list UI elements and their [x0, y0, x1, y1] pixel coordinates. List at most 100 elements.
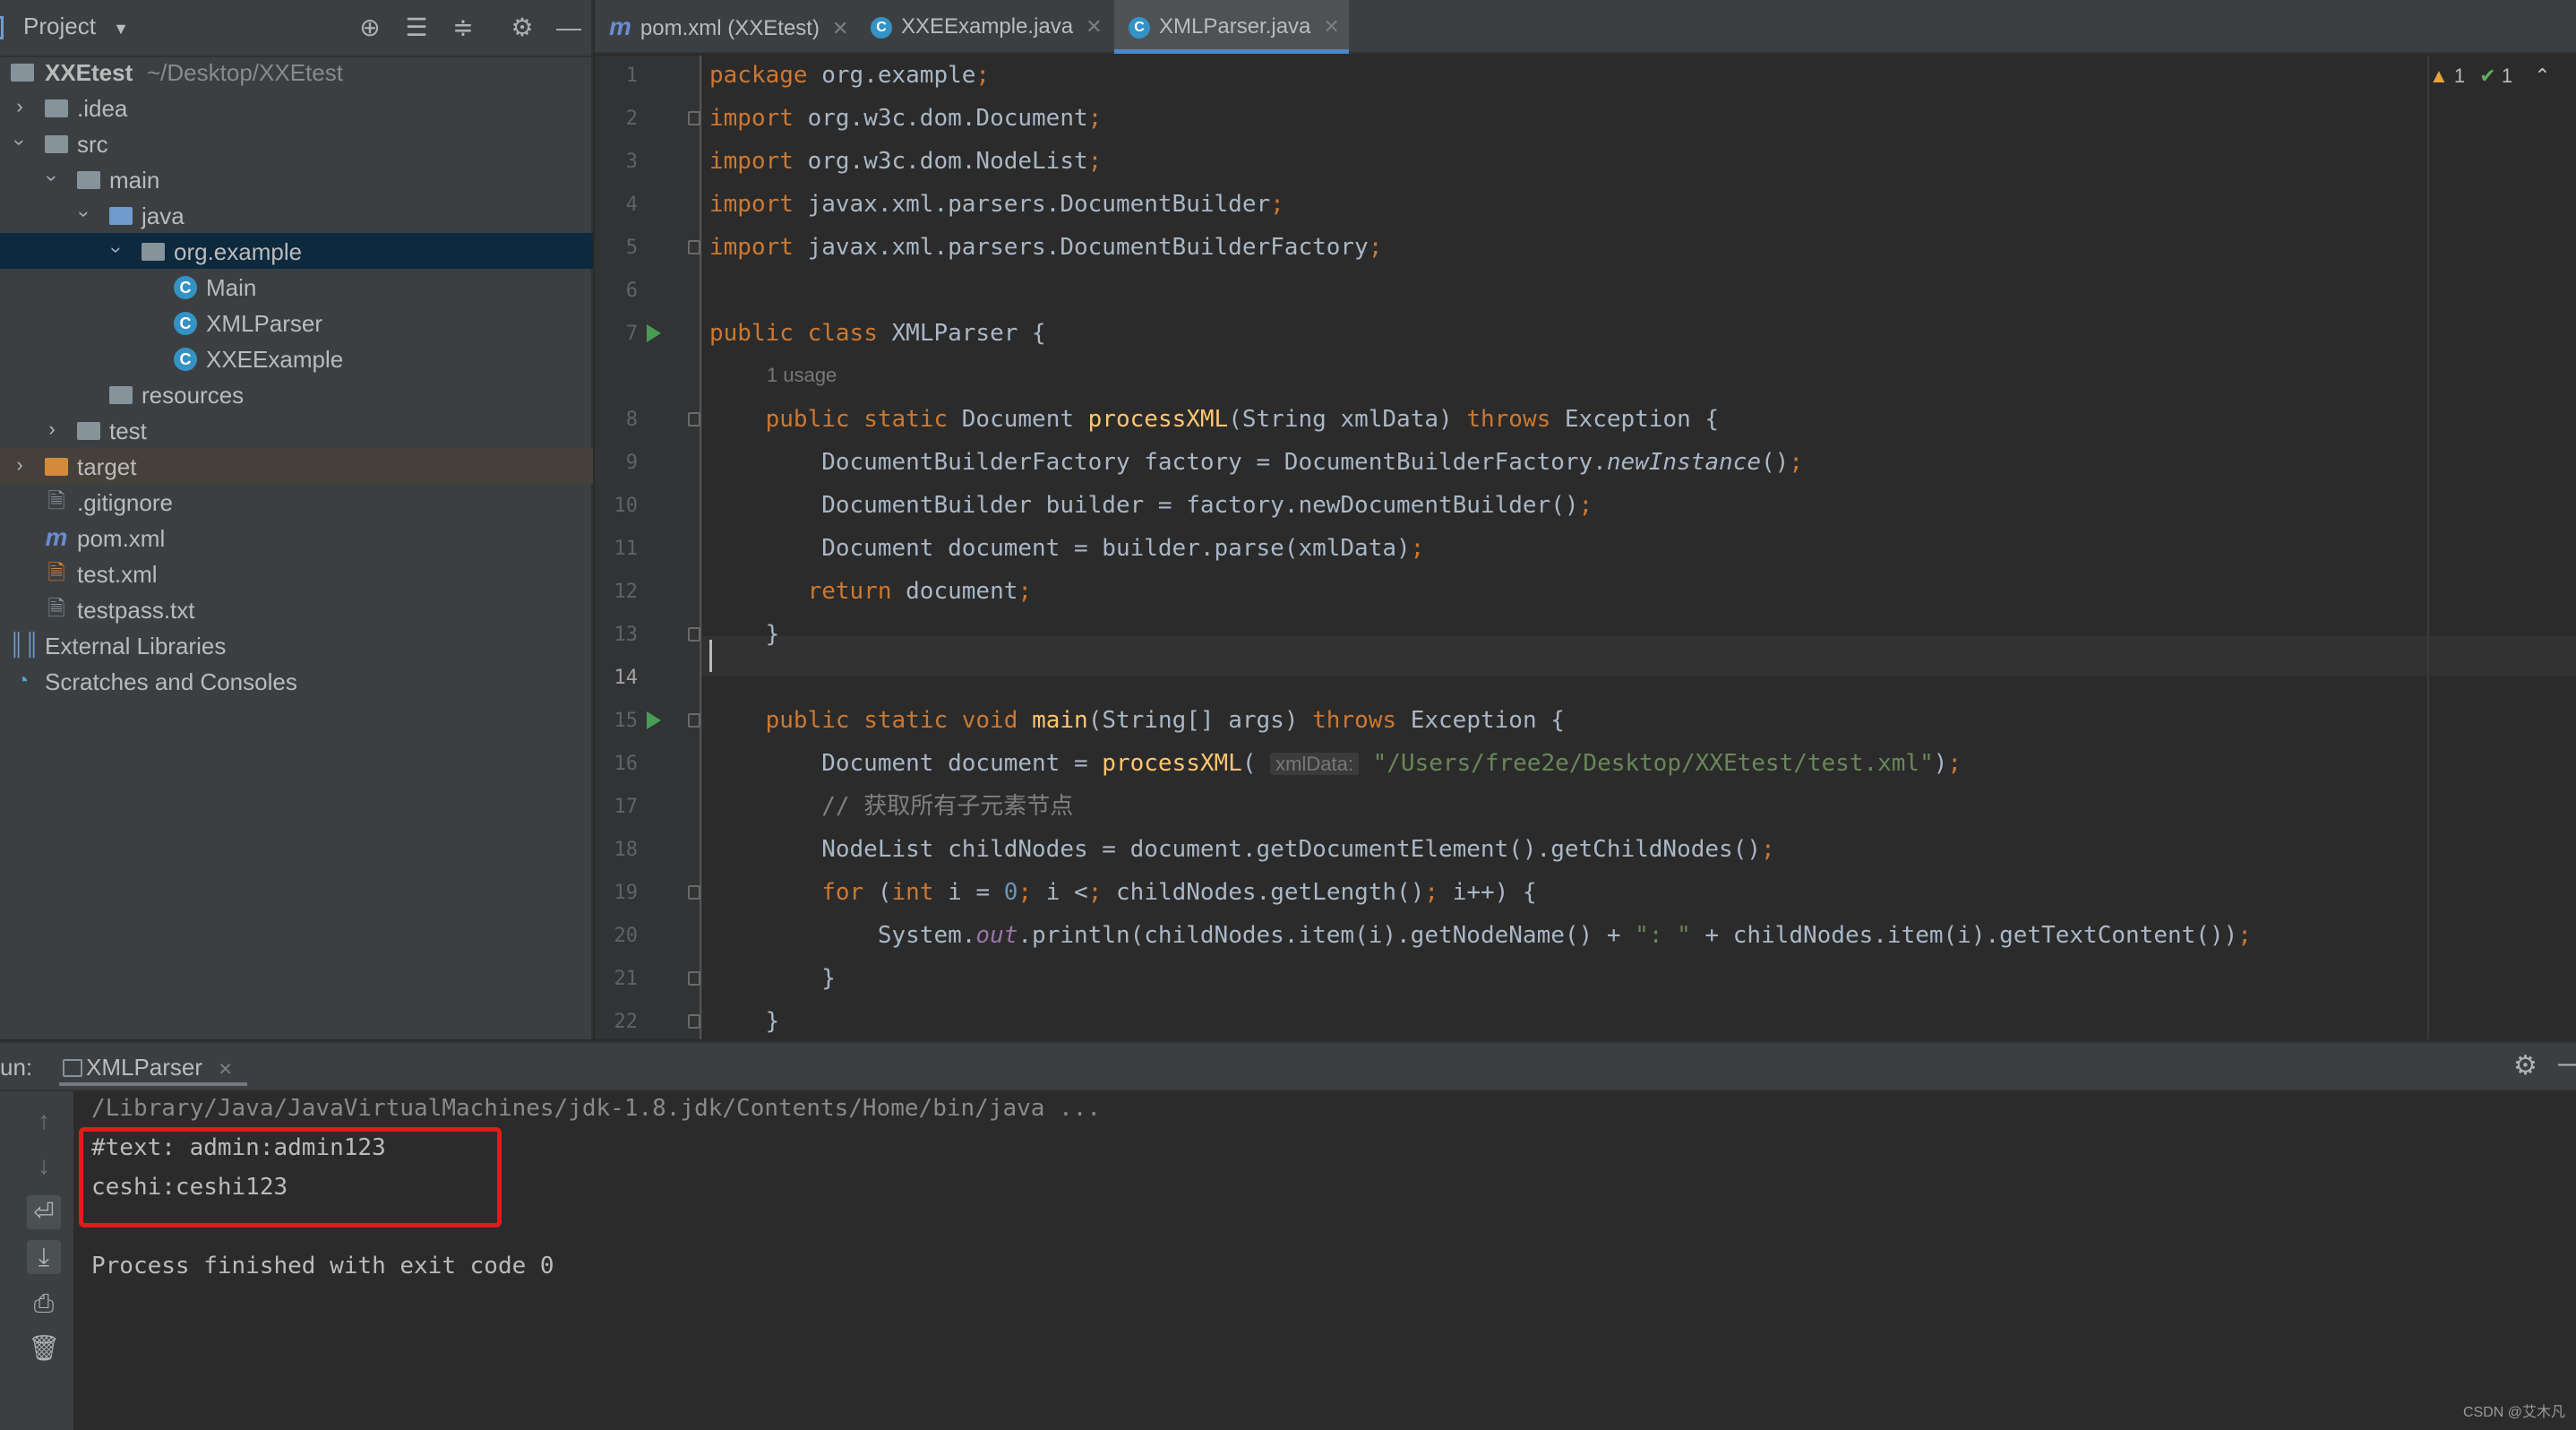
arrow-up-icon[interactable]: ↑	[27, 1104, 61, 1138]
chevron-up-icon[interactable]: ⌃	[2534, 65, 2550, 87]
close-icon[interactable]: ✕	[1086, 15, 1102, 38]
collapse-all-icon[interactable]: ≑	[448, 13, 478, 43]
run-tab-xmlparser[interactable]: XMLParser ✕	[59, 1050, 248, 1086]
tree-item-label: src	[77, 131, 108, 158]
run-gutter-icon[interactable]	[647, 711, 661, 729]
tree-item-label: testpass.txt	[77, 597, 195, 624]
warning-count: 1	[2453, 65, 2466, 87]
tree-item-label: Main	[206, 274, 257, 301]
run-gutter-icon[interactable]	[647, 324, 661, 342]
chevron-down-icon[interactable]: ›	[103, 239, 130, 261]
project-view-selector[interactable]: Project ▼	[23, 13, 129, 40]
highlight-annotation-box	[79, 1127, 502, 1228]
tree-item-xmlparser[interactable]: C XMLParser	[0, 305, 593, 340]
excluded-folder-icon	[43, 453, 70, 478]
tree-item-test[interactable]: › test	[0, 412, 593, 448]
line-number: 16	[614, 753, 639, 775]
chevron-down-icon[interactable]: ›	[39, 168, 65, 189]
fold-marker-icon[interactable]	[688, 885, 700, 900]
tree-item-target[interactable]: › target	[0, 448, 593, 484]
line-number: 12	[614, 581, 639, 603]
text-file-icon: 🗎	[47, 597, 65, 621]
code-line: }	[709, 1008, 780, 1035]
current-line-highlight	[702, 636, 2576, 676]
tree-item-pom[interactable]: m pom.xml	[0, 520, 593, 556]
code-line: import org.w3c.dom.NodeList;	[709, 148, 1103, 175]
fold-marker-icon[interactable]	[688, 412, 700, 426]
tree-item-idea[interactable]: › .idea	[0, 90, 593, 125]
soft-wrap-icon[interactable]: ⏎	[27, 1195, 61, 1229]
console-icon	[63, 1059, 82, 1077]
fold-marker-icon[interactable]	[688, 111, 700, 125]
print-icon[interactable]: ⎙	[27, 1287, 61, 1321]
trash-icon[interactable]: 🗑	[27, 1331, 61, 1365]
tree-item-test-xml[interactable]: 🗎 test.xml	[0, 556, 593, 591]
fold-marker-icon[interactable]	[688, 1014, 700, 1029]
code-line: import org.w3c.dom.Document;	[709, 105, 1103, 132]
scroll-to-end-icon[interactable]: ⤓	[27, 1240, 61, 1274]
chevron-down-icon[interactable]: ⌄	[2572, 65, 2576, 87]
java-class-icon: C	[172, 346, 199, 371]
tree-item-gitignore[interactable]: 🗎 .gitignore	[0, 484, 593, 520]
tree-item-testpass[interactable]: 🗎 testpass.txt	[0, 591, 593, 627]
tree-item-java[interactable]: › java	[0, 197, 593, 233]
arrow-down-icon[interactable]: ↓	[27, 1149, 61, 1183]
tree-item-xxetest[interactable]: XXEtest ~/Desktop/XXEtest	[0, 54, 593, 90]
code-editor[interactable]: 1 package org.example; 2 import org.w3c.dom…	[595, 56, 2576, 1119]
tree-item-main[interactable]: › main	[0, 161, 593, 197]
close-icon[interactable]: ✕	[218, 1060, 233, 1080]
project-title: Project	[23, 13, 96, 39]
chevron-right-icon[interactable]: ›	[41, 416, 63, 443]
close-icon[interactable]: ✕	[832, 17, 848, 39]
usage-hint[interactable]: 1 usage	[767, 364, 837, 387]
gear-icon[interactable]: ⚙	[507, 13, 537, 43]
close-icon[interactable]: ✕	[1323, 15, 1339, 38]
tab-xmlparser-java[interactable]: C XMLParser.java ✕	[1114, 0, 1349, 54]
locate-icon[interactable]: ⊕	[355, 13, 385, 43]
watermark: CSDN @艾木凡	[2462, 1405, 2565, 1420]
tree-item-xxeexample[interactable]: C XXEExample	[0, 340, 593, 376]
fold-marker-icon[interactable]	[688, 240, 700, 254]
code-line: // 获取所有子元素节点	[821, 793, 1074, 820]
tree-item-scratches[interactable]: ◔ Scratches and Consoles	[0, 663, 593, 699]
folder-icon	[75, 167, 102, 192]
line-number: 5	[625, 237, 638, 259]
minimize-icon[interactable]: —	[2558, 1048, 2576, 1079]
tree-item-external-libraries[interactable]: ║║ External Libraries	[0, 627, 593, 663]
panel-layout-icon[interactable]	[0, 16, 4, 39]
chevron-down-icon[interactable]: ›	[6, 132, 33, 153]
chevron-right-icon[interactable]: ›	[9, 93, 30, 120]
fold-marker-icon[interactable]	[688, 971, 700, 986]
tab-pom-xml[interactable]: m pom.xml (XXEtest) ✕	[609, 0, 860, 54]
java-class-icon: C	[172, 310, 199, 335]
tree-item-resources[interactable]: resources	[0, 376, 593, 412]
line-number: 22	[614, 1011, 639, 1033]
tree-item-label: main	[109, 167, 160, 194]
fold-marker-icon[interactable]	[688, 627, 700, 642]
fold-marker-icon[interactable]	[688, 713, 700, 728]
run-panel-header: un: XMLParser ✕ ⚙ —	[0, 1041, 2576, 1091]
tree-item-main-class[interactable]: C Main	[0, 269, 593, 305]
code-line: }	[709, 621, 780, 648]
code-line: }	[709, 965, 836, 992]
right-margin-guide	[2427, 56, 2429, 1039]
code-line: package org.example;	[709, 62, 991, 89]
line-number: 10	[614, 495, 639, 517]
resources-folder-icon	[107, 382, 134, 407]
tree-item-src[interactable]: › src	[0, 125, 593, 161]
tab-label: pom.xml (XXEtest)	[640, 16, 820, 40]
inspection-widget[interactable]: ▲ 1 ✔ 1 ⌃ ⌄	[2429, 65, 2576, 88]
chevron-right-icon[interactable]: ›	[9, 452, 30, 478]
line-number: 17	[614, 796, 639, 818]
tree-item-org-example[interactable]: › org.example	[0, 233, 593, 269]
line-number: 14	[614, 667, 639, 689]
code-line: import javax.xml.parsers.DocumentBuilder…	[709, 191, 1284, 218]
minimize-icon[interactable]: —	[554, 13, 584, 43]
chevron-down-icon[interactable]: ›	[71, 203, 98, 225]
tree-item-path-hint: ~/Desktop/XXEtest	[147, 59, 343, 86]
line-number: 6	[625, 280, 638, 302]
tab-xxeexample-java[interactable]: C XXEExample.java ✕	[871, 0, 1139, 54]
expand-all-icon[interactable]: ☰	[401, 13, 432, 43]
gear-icon[interactable]: ⚙	[2513, 1050, 2537, 1081]
maven-file-icon: m	[45, 523, 68, 551]
